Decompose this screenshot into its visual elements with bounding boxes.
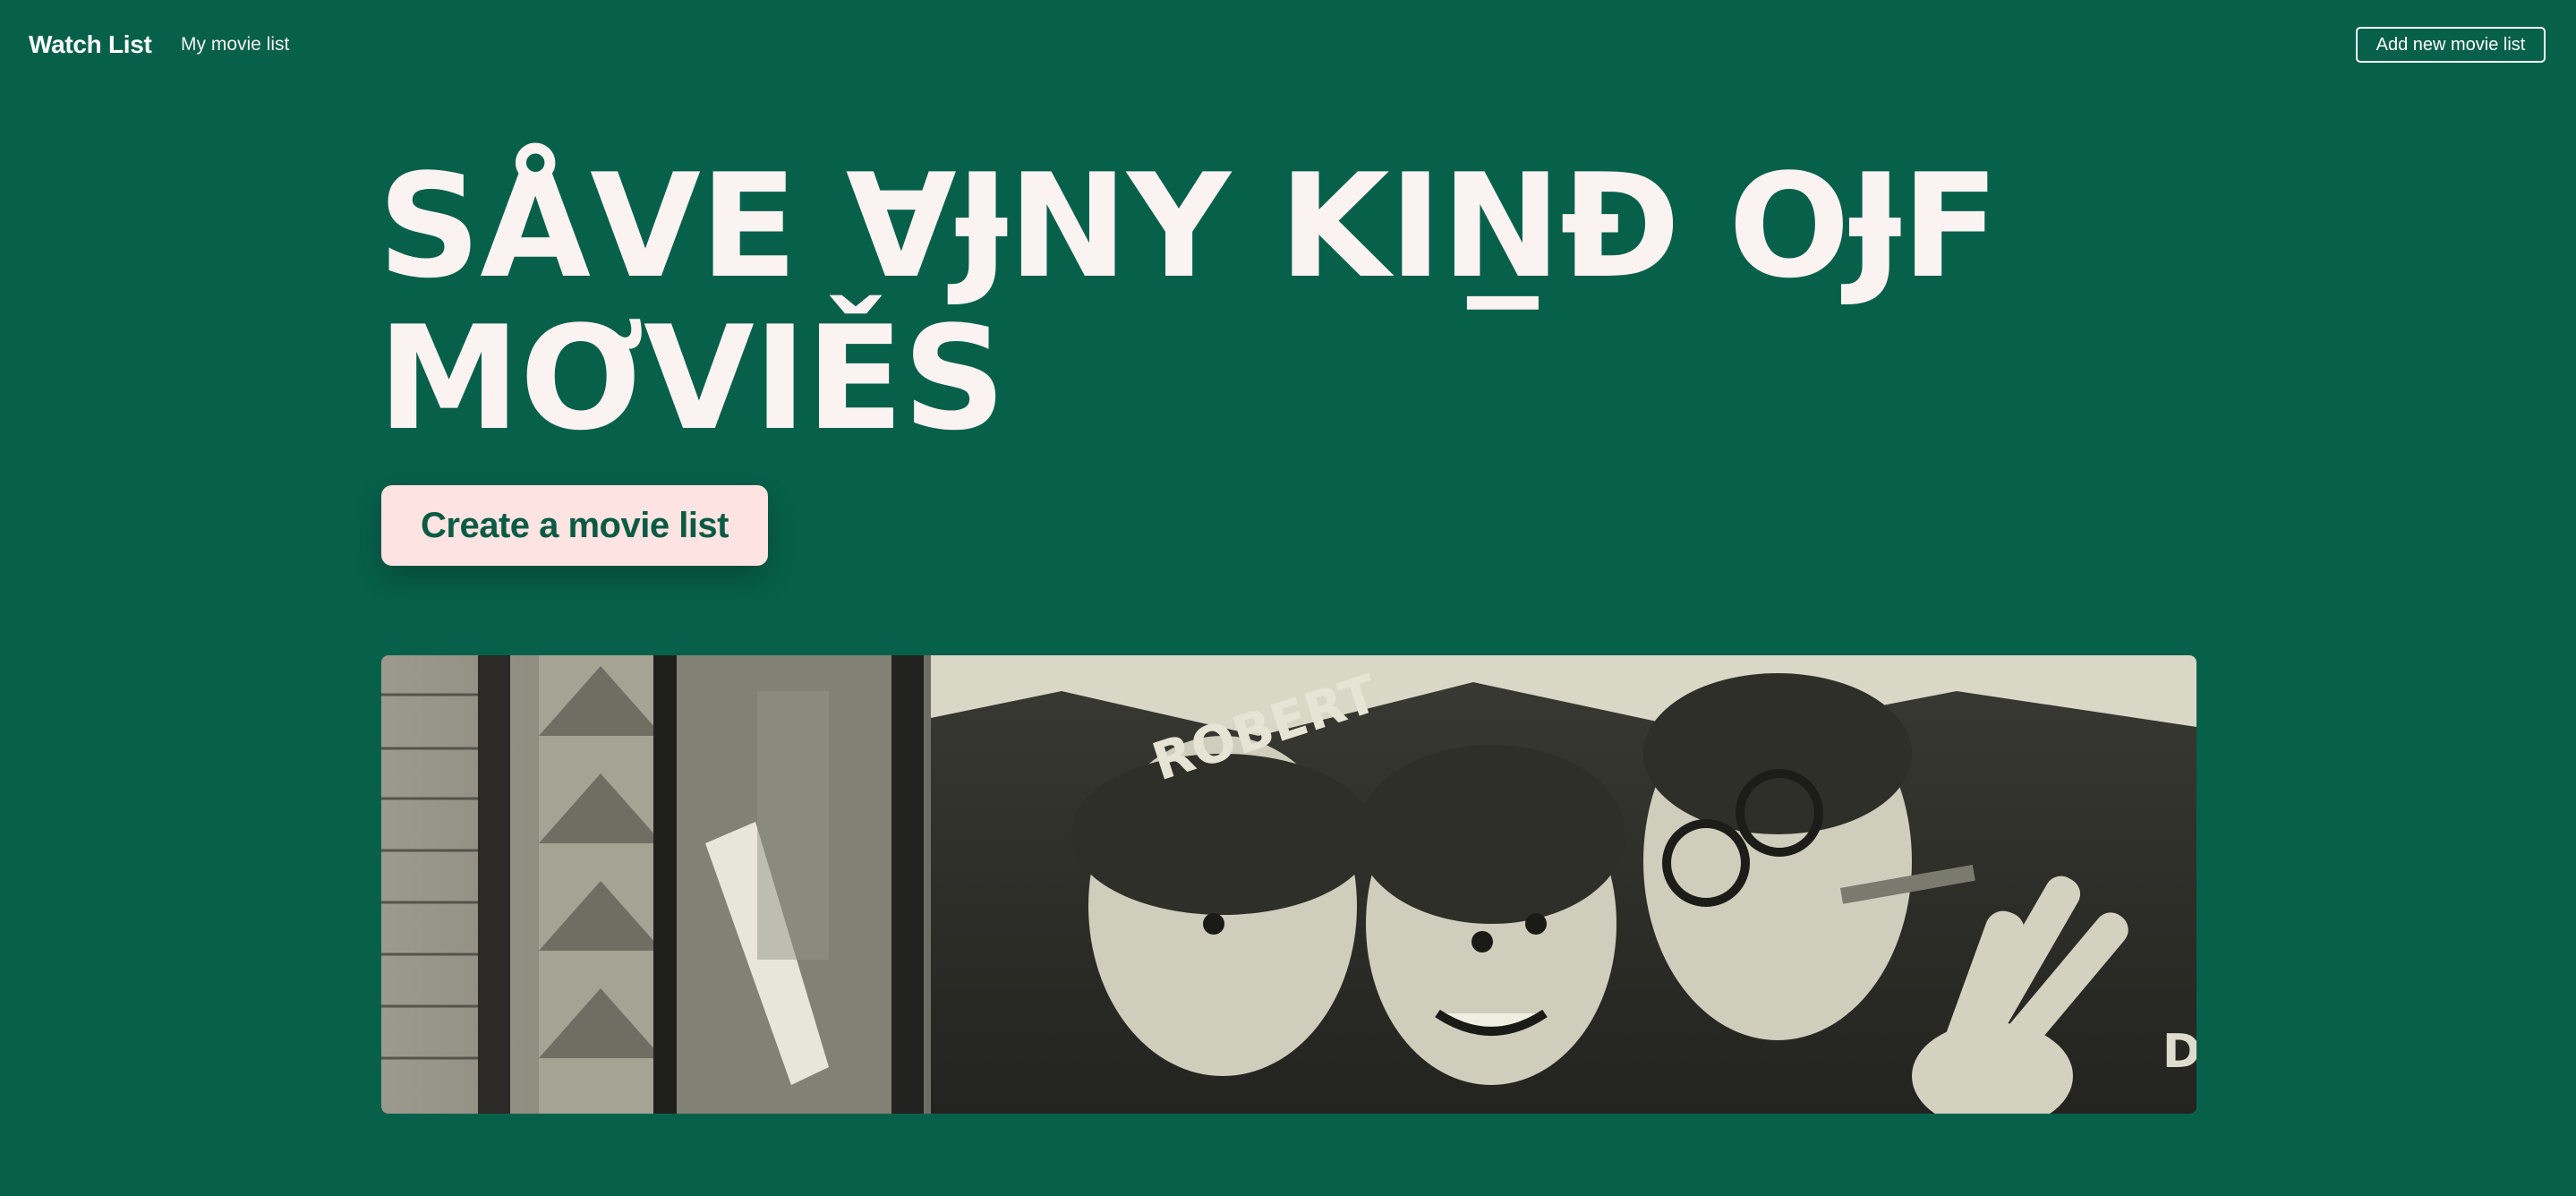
vintage-movie-poster-photo-icon: ROBERT DO [381,655,2196,1114]
nav-link-my-movie-list[interactable]: My movie list [181,34,289,56]
create-movie-list-button[interactable]: Create a movie list [381,485,768,566]
brand-logo-text[interactable]: Watch List [29,30,152,59]
hero-image: ROBERT DO [381,655,2196,1114]
add-new-movie-list-button[interactable]: Add new movie list [2356,27,2546,63]
svg-text:DO: DO [2162,1025,2196,1079]
top-navbar: Watch List My movie list Add new movie l… [0,0,2576,93]
hero-headline: SÅVE ∀ɈNY KIN̲Đ OɈF MƠVIĚS [378,142,2000,462]
hero-section: SÅVE ∀ɈNY KIN̲Đ OɈF MƠVIĚS [378,150,2168,455]
